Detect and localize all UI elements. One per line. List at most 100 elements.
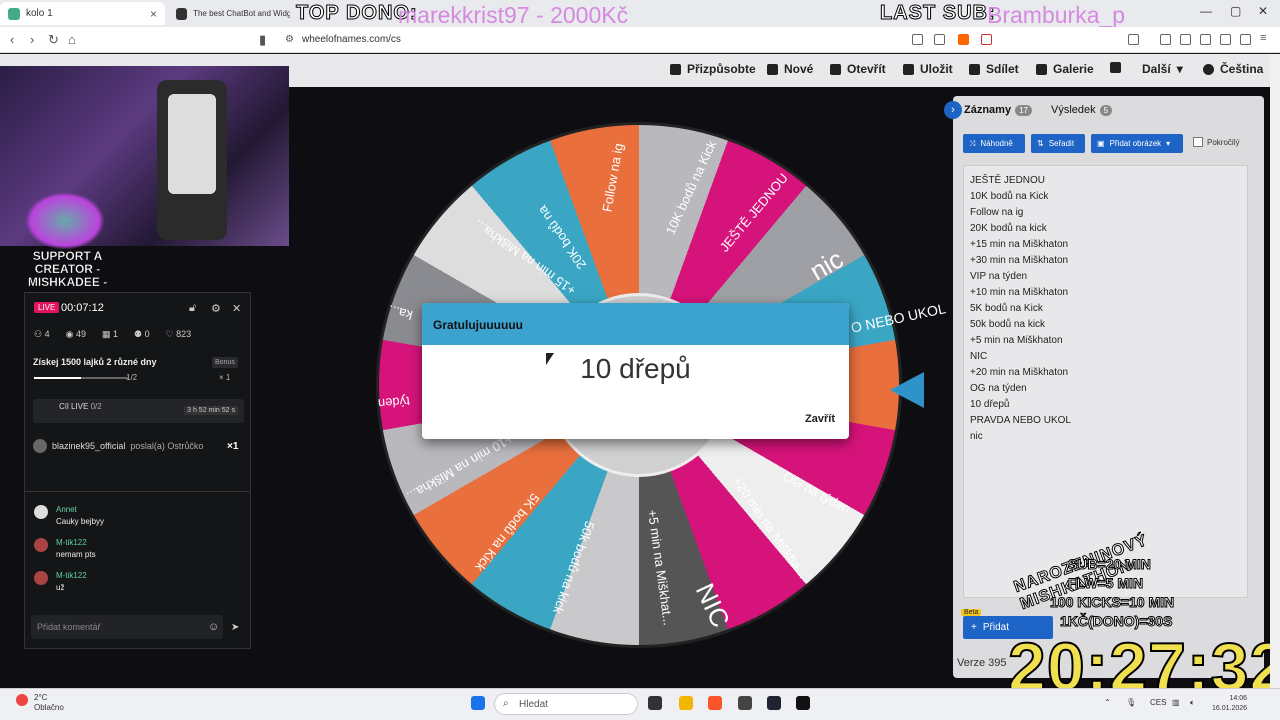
open-button[interactable]: Otevřít	[830, 62, 886, 76]
url-field[interactable]: wheelofnames.com/cs	[302, 34, 401, 45]
checkbox-box[interactable]	[1193, 137, 1203, 147]
new-button[interactable]: Nové	[767, 62, 813, 76]
goal-progress-fill	[34, 377, 81, 379]
divider	[25, 491, 250, 492]
share-button[interactable]: Sdílet	[969, 62, 1019, 76]
views-count: 49	[75, 329, 86, 339]
save-icon	[903, 63, 914, 75]
new-label: Nové	[784, 62, 814, 76]
advanced-label: Pokročilý	[1207, 137, 1240, 147]
wheel-label: týden	[377, 393, 411, 412]
file-icon	[767, 63, 778, 75]
panel-icon[interactable]	[1180, 34, 1191, 45]
settings-icon[interactable]: ⚙	[211, 302, 221, 315]
search-icon: ⌕	[503, 698, 509, 709]
brave-shield-icon[interactable]	[958, 34, 969, 45]
window-close-icon[interactable]: ✕	[1258, 4, 1268, 18]
entry: +10 min na Miškhaton	[970, 287, 1069, 298]
gift-notification: blazinek95_official poslal(a) Ostrůčko	[33, 439, 203, 453]
entry: JEŠTĚ JEDNOU	[970, 175, 1046, 186]
send-icon[interactable]: ➤	[231, 622, 239, 633]
back-icon[interactable]: ‹	[10, 32, 14, 47]
start-icon[interactable]	[471, 696, 485, 710]
taskbar	[0, 688, 1280, 720]
system-clock[interactable]: 14:06 16.01.2026	[1212, 694, 1247, 714]
tray-chevron-icon[interactable]: ⌃	[1104, 698, 1111, 707]
globe-icon	[1203, 63, 1214, 75]
rule-line: FLW=5 MIN	[1067, 575, 1144, 592]
volume-icon[interactable]: 🔈︎	[1190, 698, 1195, 708]
support-creator-text: SUPPORT A CREATOR - MISHKADEE -	[27, 249, 108, 289]
viewers-count: 4	[44, 329, 50, 339]
entry: 10 dřepů	[970, 399, 1010, 410]
gift-count: ×1	[227, 441, 239, 452]
scrollbar[interactable]	[1270, 54, 1280, 688]
tab-entries[interactable]: Záznamy 17	[964, 104, 1032, 116]
add-image-button[interactable]: ▣ Přidat obrázek ▾	[1091, 134, 1183, 153]
customize-button[interactable]: Přizpůsobte	[670, 62, 756, 76]
shuffle-button[interactable]: ⤨ Náhodně	[963, 134, 1025, 153]
weather-icon[interactable]	[16, 694, 28, 706]
gallery-button[interactable]: Galerie	[1036, 62, 1094, 76]
language-indicator[interactable]: CES	[1150, 698, 1166, 707]
advanced-checkbox[interactable]: Pokročilý	[1193, 137, 1239, 147]
bonus-badge: Bonus	[212, 357, 238, 368]
vpn-icon[interactable]	[1240, 34, 1251, 45]
tab-close-icon[interactable]: ×	[150, 7, 157, 21]
sort-button[interactable]: ⇅ Seřadit	[1031, 134, 1085, 153]
tab-results-label: Výsledek	[1051, 104, 1096, 116]
tab-results[interactable]: Výsledek 5	[1051, 104, 1113, 116]
beta-badge: Beta	[961, 609, 982, 616]
translate-icon[interactable]	[912, 34, 923, 45]
cil-live-card: Cíl LIVE 0/2 3 h 52 min 52 s	[33, 399, 244, 423]
comment-input[interactable]: Přidat komentář	[31, 615, 223, 639]
more-button[interactable]: Další ▾	[1142, 62, 1183, 76]
lock-icon[interactable]: 🔓︎	[189, 302, 196, 315]
tiktok-icon[interactable]	[796, 696, 810, 710]
entry: VIP na týden	[970, 271, 1028, 282]
tab-chatbot[interactable]: The best ChatBot and Widget	[168, 2, 298, 25]
site-info-icon[interactable]: ⚙	[285, 34, 294, 45]
viewers-stat: ⚇ 4	[34, 329, 50, 339]
app-icon[interactable]	[738, 696, 752, 710]
collapse-panel-icon[interactable]: ›	[944, 101, 962, 119]
avatar	[34, 571, 48, 585]
wallet-icon[interactable]	[1200, 34, 1211, 45]
tab-kolo[interactable]: kolo 1 ×	[0, 2, 165, 25]
network-icon[interactable]: ▥	[1172, 698, 1180, 707]
entry: OG na týden	[970, 383, 1027, 394]
date: 16.01.2026	[1212, 705, 1248, 712]
last-sub-label: LAST SUB:	[880, 2, 996, 25]
taskbar-search[interactable]: ⌕ Hledat	[494, 693, 638, 715]
bookmark-icon[interactable]: ▮	[259, 32, 266, 48]
brave-browser-icon[interactable]	[708, 696, 722, 710]
maximize-icon[interactable]: ▢	[1230, 4, 1241, 18]
language-button[interactable]: Čeština	[1203, 62, 1263, 76]
wheel-pointer-icon	[890, 372, 924, 408]
palette-icon	[670, 63, 681, 75]
home-icon[interactable]: ⌂	[68, 32, 76, 47]
rewards-icon[interactable]	[981, 34, 992, 45]
reload-icon[interactable]: ↻	[48, 32, 59, 48]
menu-icon[interactable]: ≡	[1260, 32, 1266, 44]
task-view-icon[interactable]	[648, 696, 662, 710]
customize-label: Přizpůsobte	[687, 62, 756, 76]
entries-count-badge: 17	[1015, 105, 1032, 116]
microphone-icon[interactable]: 🎙︎	[1126, 698, 1136, 707]
close-icon[interactable]: ✕	[232, 302, 241, 315]
fullscreen-button[interactable]	[1110, 62, 1121, 73]
forward-icon[interactable]: ›	[30, 32, 34, 47]
close-button[interactable]: Zavřít	[805, 413, 835, 425]
obs-icon[interactable]	[767, 696, 781, 710]
chat-text: už	[56, 583, 65, 592]
extensions-icon[interactable]	[1220, 34, 1231, 45]
save-button[interactable]: Uložit	[903, 62, 953, 76]
share-icon[interactable]	[934, 34, 945, 45]
weather-widget[interactable]: 2°C Oblačno	[34, 693, 64, 713]
file-explorer-icon[interactable]	[679, 696, 693, 710]
media-icon[interactable]	[1160, 34, 1171, 45]
emoji-icon[interactable]: ☺	[208, 621, 219, 633]
minimize-icon[interactable]: —	[1200, 4, 1212, 18]
more-label: Další	[1142, 62, 1171, 76]
sidebar-icon[interactable]	[1128, 34, 1139, 45]
